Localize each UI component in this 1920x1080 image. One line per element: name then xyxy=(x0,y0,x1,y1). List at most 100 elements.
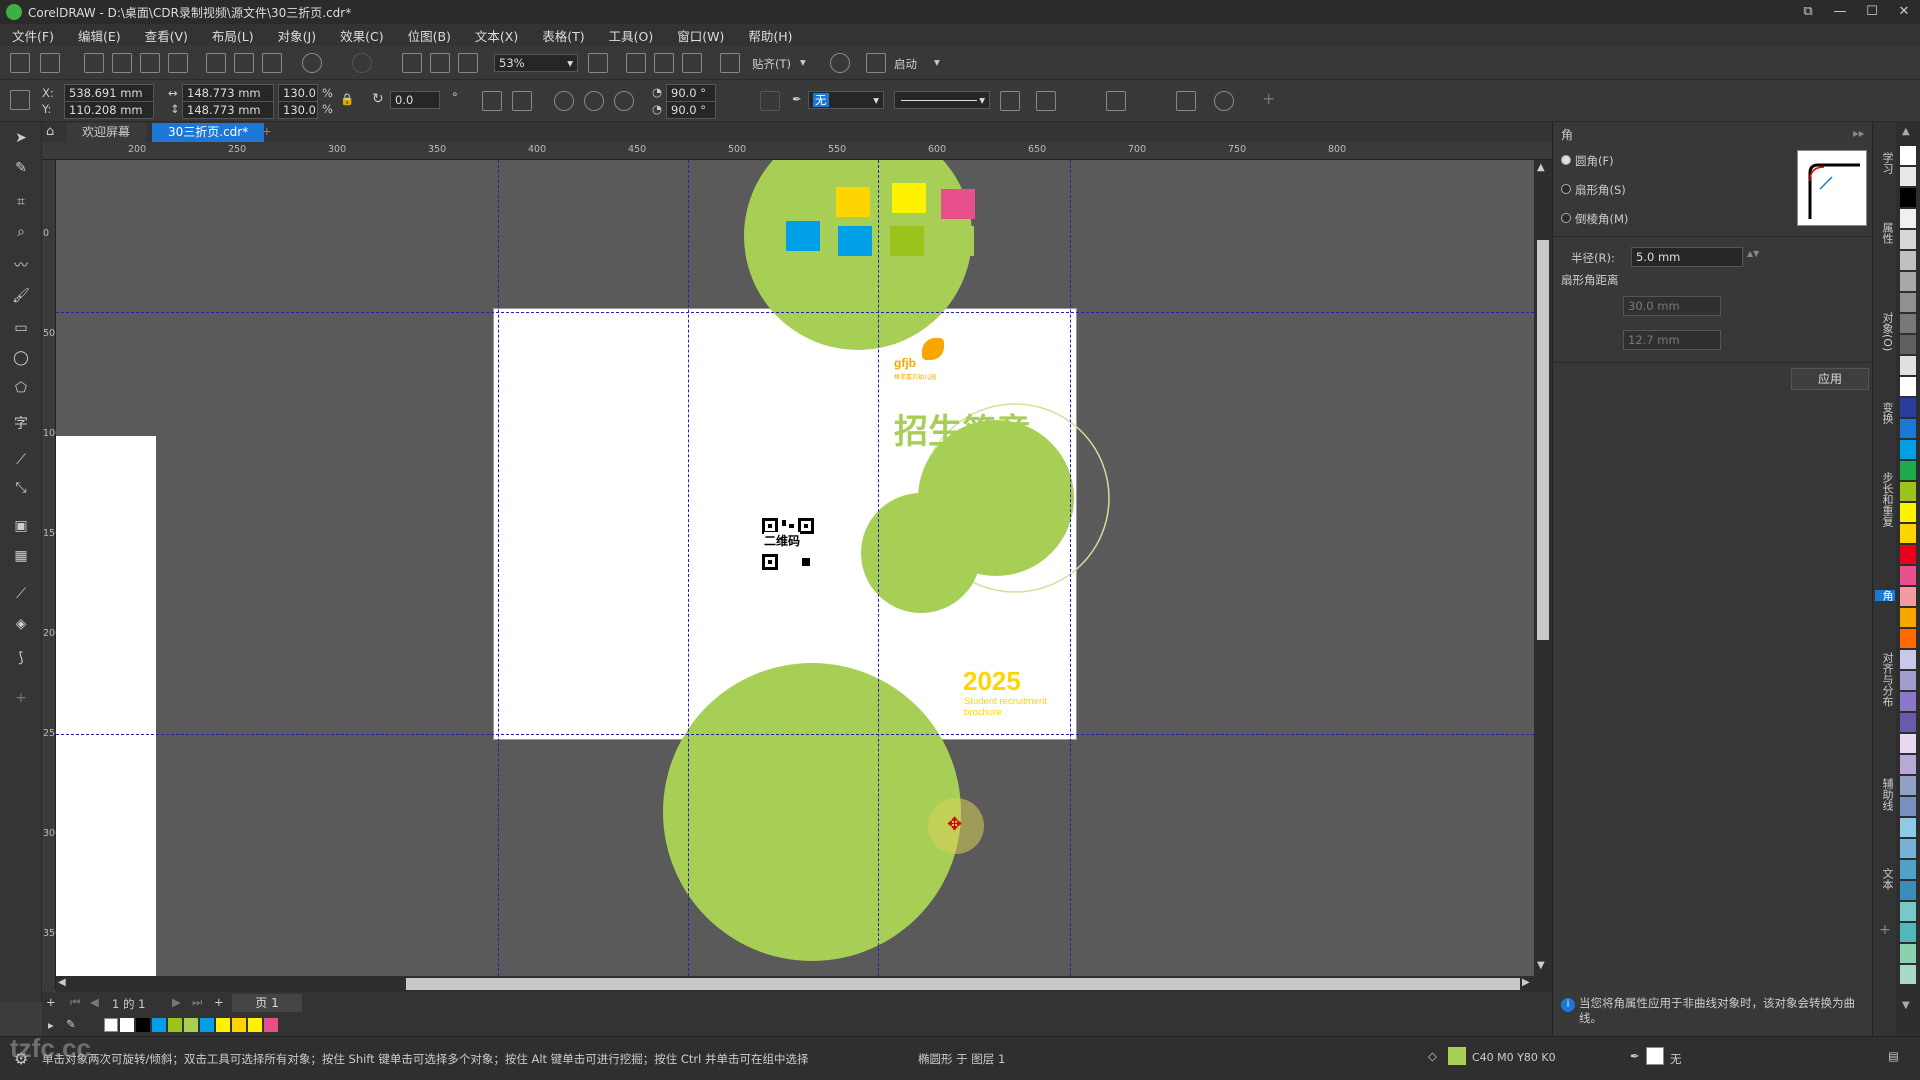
artistic-media-tool-icon[interactable]: 🖌 xyxy=(11,286,31,306)
palette-swatch[interactable] xyxy=(1900,293,1916,312)
palette-swatch[interactable] xyxy=(1900,650,1916,669)
export-icon[interactable] xyxy=(430,53,450,73)
rotation-angle-field[interactable]: 0.0 xyxy=(390,91,440,109)
swatch-green[interactable] xyxy=(168,1018,182,1032)
docker-tab-guidelines[interactable]: 辅助线 xyxy=(1875,778,1895,811)
mirror-vertical-icon[interactable] xyxy=(512,91,532,111)
refresh-icon[interactable] xyxy=(1214,91,1234,111)
x-position-field[interactable]: 538.691 mm xyxy=(64,84,154,102)
palette-swatch[interactable] xyxy=(1900,734,1916,753)
smart-fill-tool-icon[interactable]: ⟆ xyxy=(11,648,31,668)
palette-swatch[interactable] xyxy=(1900,902,1916,921)
outline-color-swatch[interactable] xyxy=(1646,1047,1664,1065)
radio-round-corner[interactable] xyxy=(1561,155,1571,165)
direction-icon[interactable] xyxy=(760,91,780,111)
year-text[interactable]: 2025 xyxy=(963,666,1021,697)
guideline-vertical[interactable] xyxy=(1070,160,1071,976)
palette-swatch[interactable] xyxy=(1900,839,1916,858)
horizontal-ruler[interactable]: 200 250 300 350 400 450 500 550 600 650 … xyxy=(42,142,1552,160)
light-yellow-square[interactable] xyxy=(892,183,926,213)
interactive-fill-tool-icon[interactable]: ◈ xyxy=(11,614,31,634)
palette-swatch[interactable] xyxy=(1900,797,1916,816)
docker-tab-properties[interactable]: 属性 xyxy=(1875,222,1895,244)
palette-swatch[interactable] xyxy=(1900,755,1916,774)
pink-square[interactable] xyxy=(941,189,975,219)
palette-swatch[interactable] xyxy=(1900,860,1916,879)
cloud-download-icon[interactable] xyxy=(140,53,160,73)
palette-swatch[interactable] xyxy=(1900,503,1916,522)
open-icon[interactable] xyxy=(40,53,60,73)
yellow-square[interactable] xyxy=(836,187,870,217)
palette-swatch[interactable] xyxy=(1900,545,1916,564)
palette-swatch[interactable] xyxy=(1900,965,1916,984)
palette-swatch[interactable] xyxy=(1900,629,1916,648)
palette-swatch[interactable] xyxy=(1900,230,1916,249)
palette-swatch[interactable] xyxy=(1900,377,1916,396)
close-button[interactable]: ✕ xyxy=(1888,0,1920,24)
tab-document-file[interactable]: 30三折页.cdr* xyxy=(152,123,265,142)
palette-swatch[interactable] xyxy=(1900,608,1916,627)
guideline-vertical[interactable] xyxy=(878,160,879,976)
horizontal-scrollbar[interactable]: ◀ ▶ xyxy=(56,976,1552,992)
palette-swatch[interactable] xyxy=(1900,146,1916,165)
menu-text[interactable]: 文本(X) xyxy=(475,26,518,45)
brochure-title[interactable]: 招生简章 xyxy=(894,404,1030,453)
zoom-tool-icon[interactable]: ⌕ xyxy=(11,222,31,242)
palette-swatch[interactable] xyxy=(1900,440,1916,459)
rectangle-tool-icon[interactable]: ▭ xyxy=(11,318,31,338)
logo[interactable]: gfjb 格菲嘉贝幼儿园 xyxy=(894,338,954,381)
zoom-level-select[interactable]: 53% ▾ xyxy=(494,54,578,72)
radius-spinner-icon[interactable]: ▲▼ xyxy=(1747,249,1759,258)
palette-swatch[interactable] xyxy=(1900,587,1916,606)
ellipse-tool-icon[interactable]: ◯ xyxy=(11,348,31,368)
docker-expand-icon[interactable]: ▸▸ xyxy=(1853,126,1865,140)
new-document-icon[interactable] xyxy=(10,53,30,73)
swatch-black[interactable] xyxy=(136,1018,150,1032)
docker-tab-learn[interactable]: 学习 xyxy=(1875,152,1895,174)
docker-tab-corner[interactable]: 角 xyxy=(1875,590,1895,601)
palette-swatch[interactable] xyxy=(1900,776,1916,795)
add-tool-icon[interactable]: + xyxy=(11,688,31,708)
show-rulers-icon[interactable] xyxy=(626,53,646,73)
menu-layout[interactable]: 布局(L) xyxy=(212,26,254,45)
palette-swatch[interactable] xyxy=(1900,524,1916,543)
page-tab-1[interactable]: 页 1 xyxy=(232,994,302,1012)
redo-icon[interactable] xyxy=(352,53,372,73)
palette-swatch[interactable] xyxy=(1900,251,1916,270)
scale-width-field[interactable]: 130.0 xyxy=(278,84,318,102)
swatch-blue[interactable] xyxy=(152,1018,166,1032)
polygon-tool-icon[interactable]: ⬠ xyxy=(11,378,31,398)
apply-button[interactable]: 应用 xyxy=(1791,368,1869,390)
swatch-yellow-2[interactable] xyxy=(248,1018,262,1032)
lock-ratio-icon[interactable]: 🔒 xyxy=(340,92,354,106)
scroll-right-icon[interactable]: ▶ xyxy=(1522,977,1530,988)
next-page-icon[interactable]: ▶ xyxy=(172,995,181,1009)
palette-swatch[interactable] xyxy=(1900,566,1916,585)
menu-file[interactable]: 文件(F) xyxy=(12,26,54,45)
first-page-icon[interactable]: ⏮ xyxy=(70,995,80,1010)
guideline-horizontal[interactable] xyxy=(56,312,1534,313)
last-page-icon[interactable]: ⏭ xyxy=(192,995,202,1010)
color-proof-icon[interactable]: ▤ xyxy=(1888,1049,1899,1063)
height-field[interactable]: 148.773 mm xyxy=(182,101,274,119)
import-icon[interactable] xyxy=(402,53,422,73)
drawing-canvas[interactable]: gfjb 格菲嘉贝幼儿园 招生简章 二维码 2025 Student recru… xyxy=(56,160,1534,976)
palette-swatch[interactable] xyxy=(1900,314,1916,333)
palette-swatch[interactable] xyxy=(1900,923,1916,942)
swatch-none[interactable] xyxy=(104,1018,118,1032)
docker-tab-objects[interactable]: 对象(O) xyxy=(1875,312,1895,351)
show-grid-icon[interactable] xyxy=(654,53,674,73)
palette-swatch[interactable] xyxy=(1900,482,1916,501)
vertical-scrollbar[interactable]: ▲ ▼ xyxy=(1534,160,1552,976)
snap-to-dropdown[interactable]: 贴齐(T) xyxy=(752,56,791,72)
paste-icon[interactable] xyxy=(262,53,282,73)
menu-effects[interactable]: 效果(C) xyxy=(340,26,383,45)
restore-panel-icon[interactable]: ⧉ xyxy=(1792,0,1824,24)
previous-page-icon[interactable]: ◀ xyxy=(90,995,99,1009)
palette-swatch[interactable] xyxy=(1900,944,1916,963)
vertical-ruler[interactable]: 0 50 100 150 200 250 300 350 xyxy=(42,160,61,990)
ellipse-icon[interactable] xyxy=(554,91,574,111)
launch-dropdown[interactable]: 启动 xyxy=(894,56,917,72)
copy-icon[interactable] xyxy=(234,53,254,73)
tab-welcome-screen[interactable]: 欢迎屏幕 xyxy=(66,123,147,142)
